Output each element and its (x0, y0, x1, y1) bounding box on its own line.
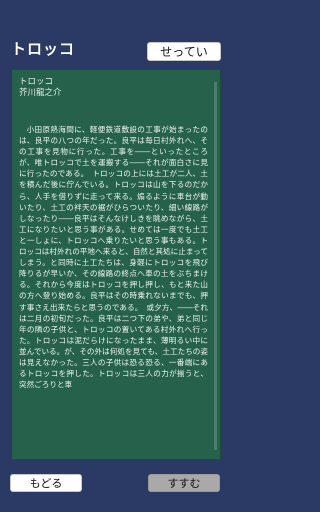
back-button[interactable]: もどる (10, 474, 82, 492)
scroll-thumb[interactable] (214, 82, 217, 450)
story-author: 芥川龍之介 (19, 88, 62, 98)
story-title: トロッコ (19, 77, 54, 87)
next-button[interactable]: すすむ (148, 474, 220, 492)
story-body: 小田原熱海間に、軽便鉄道敷設の工事が始まったのは、良平の八つの年だった。良平は毎… (19, 125, 208, 390)
reader-scrollbar[interactable] (214, 82, 217, 450)
story-reader[interactable]: トロッコ 芥川龍之介 小田原熱海間に、軽便鉄道敷設の工事が始まったのは、良平の八… (11, 69, 221, 460)
page-title: トロッコ (11, 40, 76, 58)
settings-button[interactable]: せってい (147, 42, 221, 61)
